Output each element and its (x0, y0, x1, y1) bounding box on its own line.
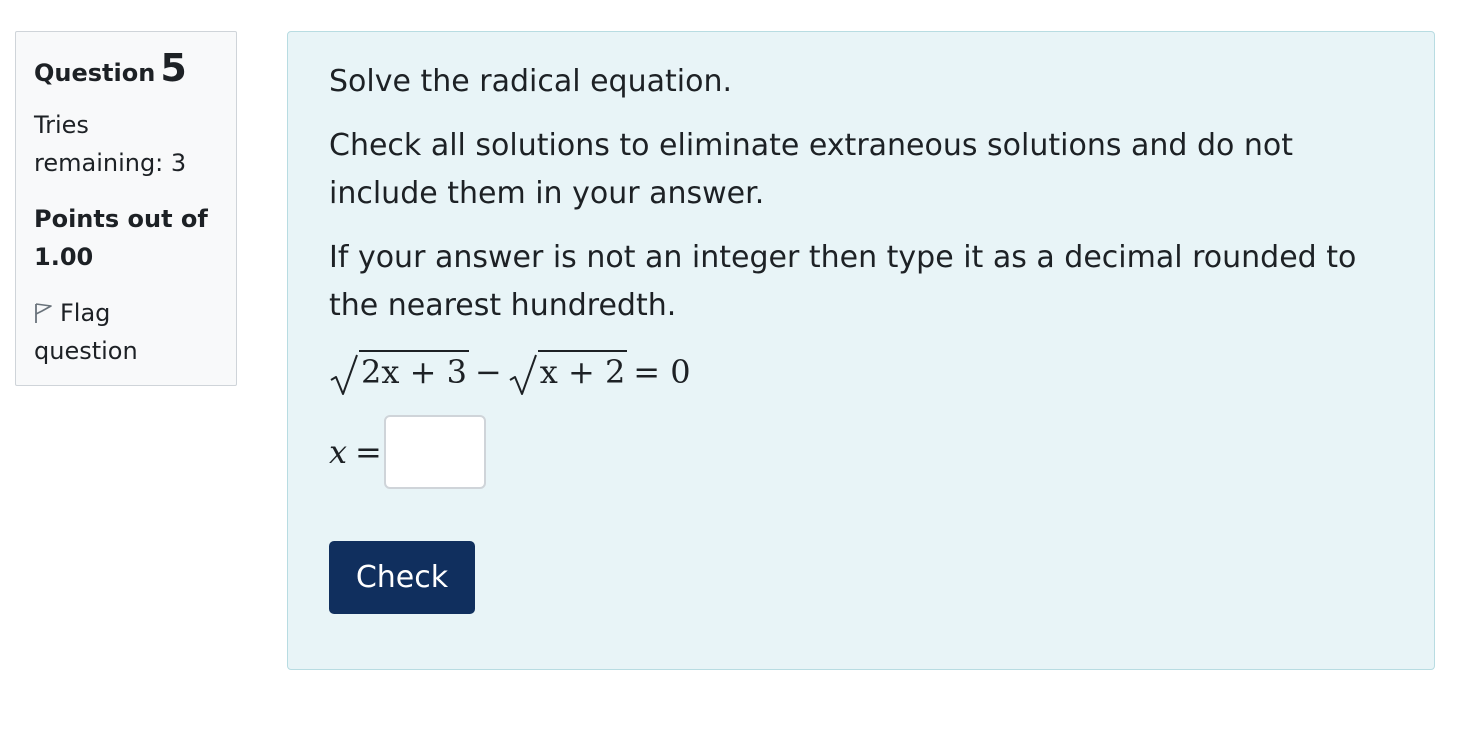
points-value: 1.00 (34, 243, 94, 271)
question-info-panel: Question 5 Tries remaining: 3 Points out… (15, 31, 237, 386)
points-out-of: Points out of 1.00 (34, 200, 218, 276)
question-number-heading: Question 5 (34, 46, 218, 90)
flag-question-link[interactable]: Flag question (34, 294, 218, 370)
tries-label-line2: remaining: 3 (34, 149, 187, 177)
square-root-1: 2x + 3 (329, 348, 469, 396)
question-prompt: Solve the radical equation. (329, 64, 732, 99)
tries-remaining: Tries remaining: 3 (34, 106, 218, 182)
question-instruction: Check all solutions to eliminate extrane… (329, 128, 1294, 211)
flag-icon (34, 297, 54, 323)
question-label: Question (34, 59, 156, 87)
rounding-note: If your answer is not an integer then ty… (329, 240, 1357, 323)
radical-sign-icon (330, 354, 358, 395)
equation-rhs: = 0 (633, 353, 691, 391)
minus-sign: − (474, 353, 502, 391)
question-content: Solve the radical equation. Check all so… (287, 31, 1435, 670)
question-number: 5 (160, 46, 187, 90)
radicand-1: 2x + 3 (359, 350, 469, 392)
answer-equals: = (355, 433, 382, 471)
radical-equation: 2x + 3 − x + 2 = 0 (329, 348, 1394, 396)
tries-label-line1: Tries (34, 111, 89, 139)
points-label: Points out of (34, 205, 208, 233)
flag-label-line1: Flag (60, 299, 111, 327)
answer-input[interactable] (383, 415, 486, 489)
radicand-2: x + 2 (537, 350, 628, 392)
flag-label-line2: question (34, 337, 138, 365)
answer-row: x = (329, 414, 1394, 490)
radical-sign-icon (509, 354, 537, 395)
check-button[interactable]: Check (329, 541, 475, 614)
answer-variable: x (329, 433, 348, 471)
square-root-2: x + 2 (508, 348, 628, 396)
